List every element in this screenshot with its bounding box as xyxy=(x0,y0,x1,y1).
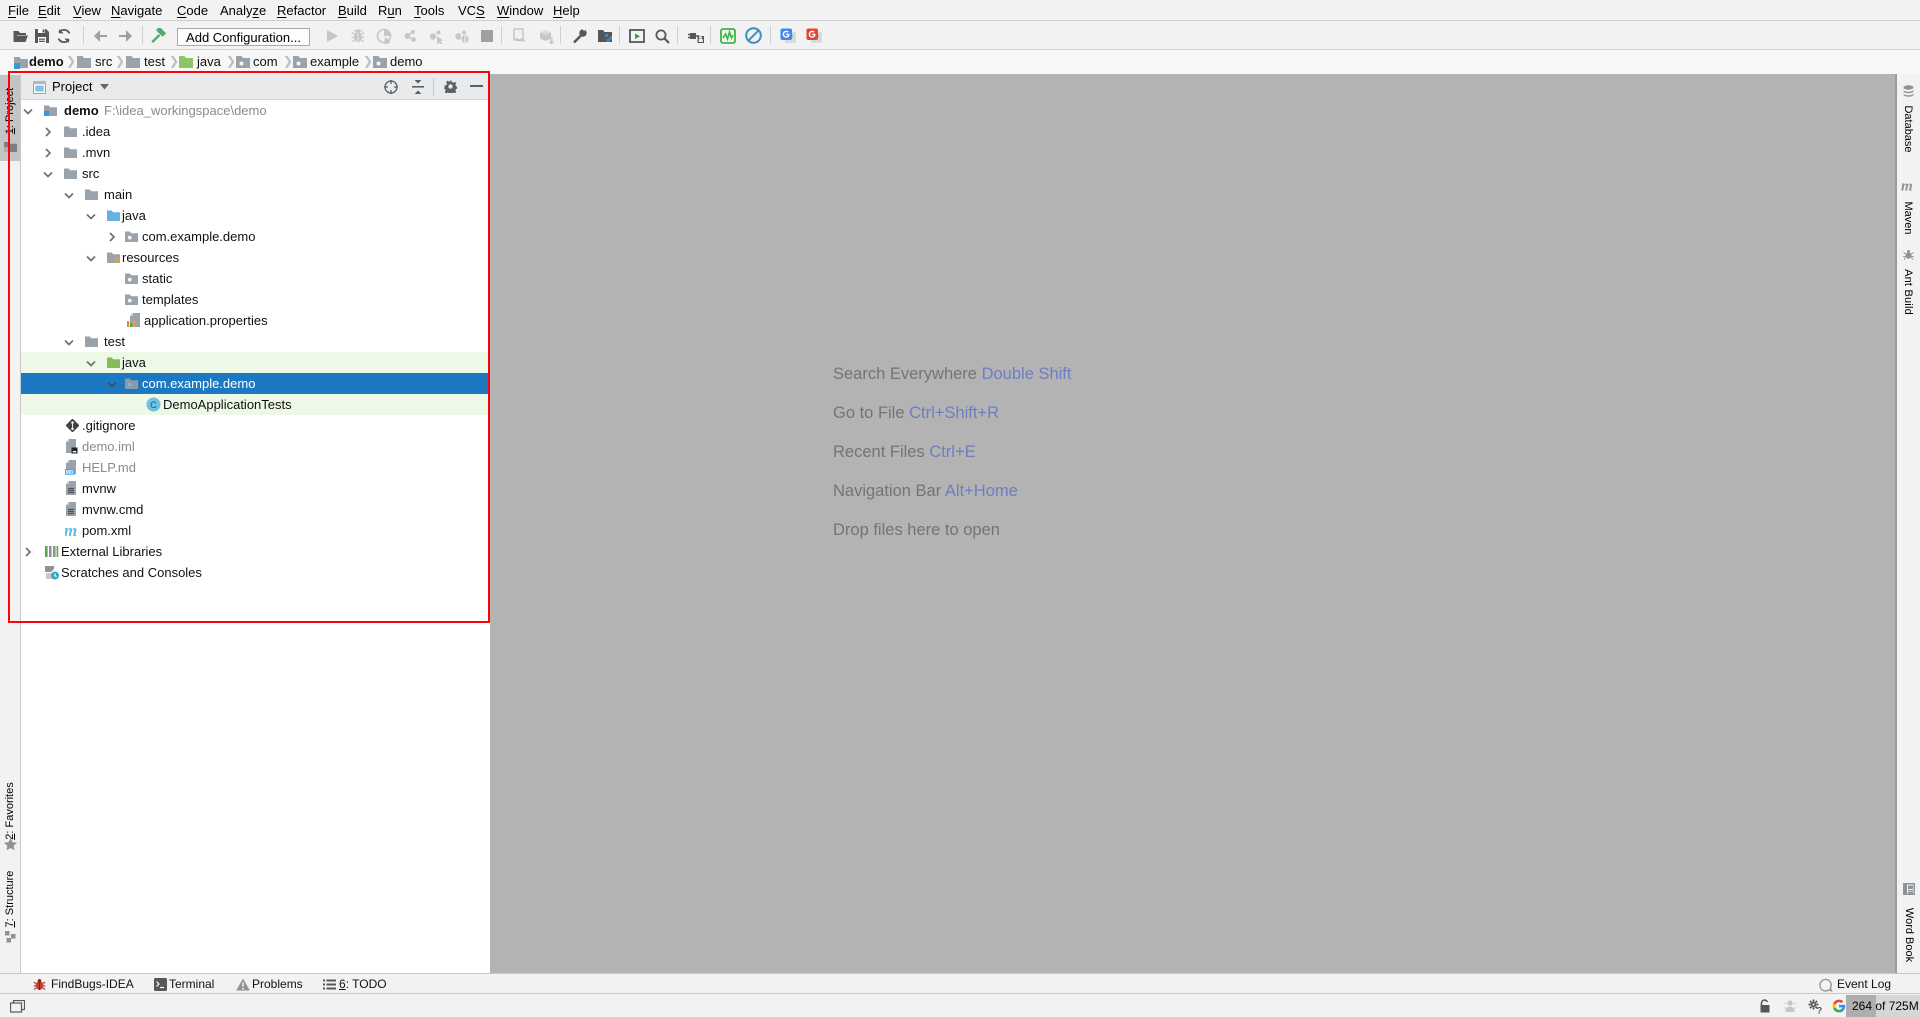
svg-text:m: m xyxy=(1901,179,1913,192)
svg-text:?: ? xyxy=(1817,1006,1823,1015)
